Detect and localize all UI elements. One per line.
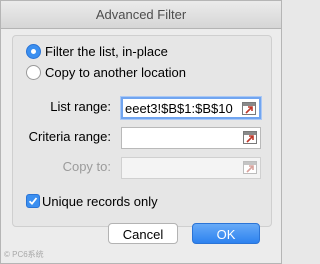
filter-in-place-label[interactable]: Filter the list, in-place: [45, 44, 168, 59]
checkmark-icon: [28, 197, 38, 206]
copy-to-location-radio[interactable]: [26, 65, 41, 80]
criteria-range-label: Criteria range:: [28, 129, 111, 144]
collapse-dialog-icon: [243, 161, 257, 174]
advanced-filter-dialog: Advanced Filter Filter the list, in-plac…: [0, 0, 282, 264]
list-range-label: List range:: [50, 99, 111, 114]
criteria-range-field[interactable]: [121, 127, 261, 149]
copy-to-location-label[interactable]: Copy to another location: [45, 65, 186, 80]
cancel-button[interactable]: Cancel: [108, 223, 178, 244]
watermark: © PC6系统: [4, 250, 44, 259]
collapse-dialog-icon[interactable]: [243, 131, 257, 144]
unique-records-checkbox[interactable]: [26, 194, 40, 208]
unique-records-label[interactable]: Unique records only: [42, 194, 158, 209]
list-range-value: eeet3!$B$1:$B$10: [125, 101, 233, 116]
ok-button[interactable]: OK: [192, 223, 260, 244]
copy-to-field: [121, 157, 261, 179]
filter-in-place-radio[interactable]: [26, 44, 41, 59]
list-range-field[interactable]: eeet3!$B$1:$B$10: [121, 97, 261, 119]
window-title: Advanced Filter: [1, 1, 281, 29]
copy-to-label: Copy to:: [62, 159, 111, 174]
collapse-dialog-icon[interactable]: [242, 102, 256, 115]
